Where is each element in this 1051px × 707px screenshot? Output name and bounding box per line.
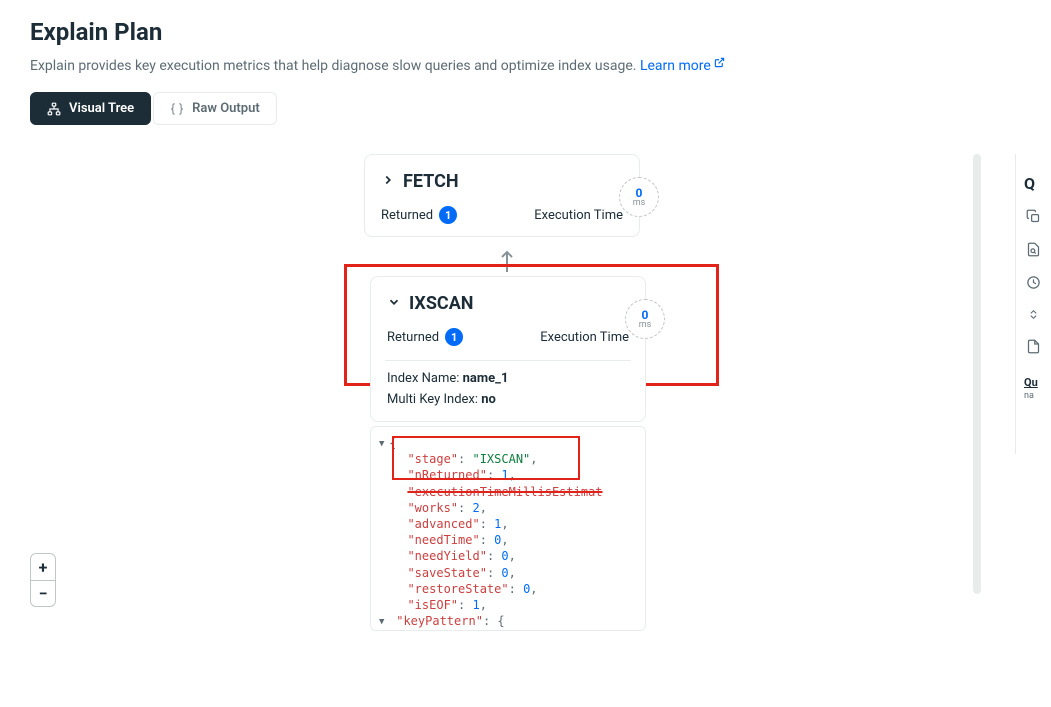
zoom-out-button[interactable]: − <box>31 580 55 606</box>
ixscan-title: IXSCAN <box>409 293 474 314</box>
fetch-returned-label: Returned <box>381 208 433 223</box>
code-savestate-key: "saveState" <box>407 566 486 580</box>
ixscan-returned-badge: 1 <box>445 328 463 346</box>
ixscan-clock: 0 ms <box>625 299 665 339</box>
code-works-key: "works" <box>407 501 458 515</box>
ixscan-clock-unit: ms <box>639 321 652 330</box>
fetch-clock-value: 0 <box>636 187 643 199</box>
document-icon[interactable] <box>1026 339 1041 354</box>
code-works-val: 2 <box>472 501 479 515</box>
index-name-value: name_1 <box>463 371 509 386</box>
code-restorestate-key: "restoreState" <box>407 582 508 596</box>
file-search-icon[interactable] <box>1026 242 1041 257</box>
fetch-returned-badge: 1 <box>439 206 457 224</box>
right-panel-pill: na <box>1024 391 1034 401</box>
ixscan-exec-label: Execution Time <box>540 330 629 345</box>
scrollbar[interactable] <box>973 154 981 594</box>
ixscan-node[interactable]: IXSCAN Returned 1 Execution Time 0 ms In… <box>370 276 646 422</box>
page-subtitle: Explain provides key execution metrics t… <box>30 56 1021 74</box>
fetch-exec-label: Execution Time <box>534 208 623 223</box>
index-name-label: Index Name: <box>387 371 463 386</box>
right-panel-label: Qu <box>1024 376 1038 389</box>
tab-raw-label: Raw Output <box>192 101 260 116</box>
chevron-right-icon <box>381 172 395 191</box>
tab-visual-label: Visual Tree <box>69 101 134 116</box>
copy-icon[interactable] <box>1026 209 1041 224</box>
view-tabs: Visual Tree Raw Output <box>30 92 1021 125</box>
sort-icon[interactable] <box>1027 308 1040 321</box>
tab-visual-tree[interactable]: Visual Tree <box>30 92 151 125</box>
learn-more-link[interactable]: Learn more <box>640 58 725 74</box>
ixscan-returned-label: Returned <box>387 330 439 345</box>
index-name-row: Index Name: name_1 <box>387 371 629 386</box>
learn-more-label: Learn more <box>640 58 711 74</box>
braces-icon <box>170 102 184 116</box>
tab-raw-output[interactable]: Raw Output <box>153 92 277 125</box>
code-advanced-key: "advanced" <box>407 517 479 531</box>
multi-key-row: Multi Key Index: no <box>387 392 629 407</box>
ixscan-clock-value: 0 <box>642 309 649 321</box>
page-title: Explain Plan <box>30 18 1021 46</box>
right-panel-heading: Q <box>1024 166 1039 209</box>
external-link-icon <box>714 56 725 72</box>
subtitle-text: Explain provides key execution metrics t… <box>30 58 640 74</box>
code-needtime-key: "needTime" <box>407 533 479 547</box>
right-panel: Q Qu na <box>1015 154 1051 454</box>
fetch-clock-unit: ms <box>633 199 646 208</box>
chevron-down-icon <box>387 294 401 313</box>
highlight-box-2 <box>392 436 580 480</box>
explain-canvas[interactable]: FETCH Returned 1 Execution Time 0 ms IXS… <box>0 148 981 707</box>
clock-icon[interactable] <box>1026 275 1041 290</box>
fetch-clock: 0 ms <box>619 177 659 217</box>
code-keypattern-key: "keyPattern" <box>396 614 483 628</box>
code-iseof-val: 1 <box>472 598 479 612</box>
zoom-controls: + − <box>30 553 56 607</box>
multi-key-value: no <box>481 392 496 407</box>
code-iseof-key: "isEOF" <box>407 598 458 612</box>
multi-key-label: Multi Key Index: <box>387 392 481 407</box>
code-needyield-key: "needYield" <box>407 549 486 563</box>
tree-icon <box>47 102 61 116</box>
zoom-in-button[interactable]: + <box>31 554 55 580</box>
code-exectime-struck: "executionTimeMillisEstimat <box>407 485 602 499</box>
fetch-node[interactable]: FETCH Returned 1 Execution Time 0 ms <box>364 154 640 237</box>
code-savestate-val: 0 <box>501 566 508 580</box>
code-needyield-val: 0 <box>501 549 508 563</box>
code-keypattern-brace: { <box>497 614 504 628</box>
fetch-title: FETCH <box>403 171 459 192</box>
